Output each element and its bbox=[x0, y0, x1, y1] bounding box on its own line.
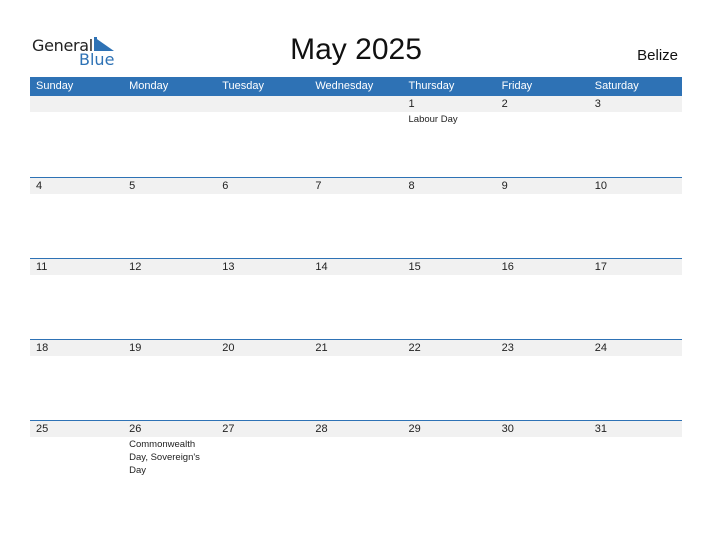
day-number: 16 bbox=[501, 261, 514, 273]
day-number: 21 bbox=[315, 342, 328, 354]
page-title: May 2025 bbox=[290, 33, 422, 66]
event-row: Labour Day bbox=[30, 112, 682, 126]
weekday-monday: Monday bbox=[129, 80, 169, 92]
holiday-label bbox=[216, 437, 309, 477]
event-row bbox=[30, 275, 682, 276]
day-number: 4 bbox=[36, 180, 43, 192]
day-number: 13 bbox=[222, 261, 235, 273]
week-row: 18 19 20 21 22 23 24 bbox=[30, 339, 682, 420]
day-number: 26 bbox=[129, 423, 142, 435]
holiday-label bbox=[309, 437, 402, 477]
holiday-label bbox=[403, 437, 496, 477]
holiday-label bbox=[403, 194, 496, 195]
country-label: Belize bbox=[637, 47, 678, 64]
day-number: 29 bbox=[408, 423, 421, 435]
day-number: 28 bbox=[315, 423, 328, 435]
holiday-label bbox=[30, 275, 123, 276]
holiday-label bbox=[496, 437, 589, 477]
weekday-friday: Friday bbox=[501, 80, 533, 92]
holiday-label bbox=[216, 112, 309, 126]
day-number: 19 bbox=[129, 342, 142, 354]
day-number: 31 bbox=[594, 423, 607, 435]
holiday-label bbox=[123, 275, 216, 276]
day-number bbox=[30, 96, 123, 112]
day-number: 6 bbox=[222, 180, 229, 192]
calendar-grid: Sunday Monday Tuesday Wednesday Thursday… bbox=[30, 77, 682, 501]
day-number: 7 bbox=[315, 180, 322, 192]
week-row: 25 26 27 28 29 30 31 Commonwealth Day, Sovereig… bbox=[30, 420, 682, 501]
event-row bbox=[30, 194, 682, 195]
weekday-saturday: Saturday bbox=[594, 80, 639, 92]
day-number: 3 bbox=[594, 98, 601, 110]
event-row: Commonwealth Day, Sovereign's Day bbox=[30, 437, 682, 477]
holiday-label: Commonwealth Day, Sovereign's Day bbox=[129, 439, 200, 476]
holiday-label bbox=[309, 112, 402, 126]
day-number: 17 bbox=[594, 261, 607, 273]
holiday-label bbox=[589, 112, 682, 126]
holiday-label bbox=[589, 437, 682, 477]
weekday-sunday: Sunday bbox=[36, 80, 74, 92]
weekday-tuesday: Tuesday bbox=[222, 80, 265, 92]
day-number-bar: 25 26 27 28 29 30 31 bbox=[30, 421, 682, 437]
holiday-label bbox=[496, 112, 589, 126]
event-row bbox=[30, 356, 682, 357]
day-number bbox=[123, 96, 216, 112]
day-number-bar: 11 12 13 14 15 16 17 bbox=[30, 259, 682, 275]
day-number: 5 bbox=[129, 180, 136, 192]
day-number bbox=[309, 96, 402, 112]
holiday-label bbox=[403, 275, 496, 276]
day-number: 2 bbox=[501, 98, 508, 110]
day-number: 14 bbox=[315, 261, 328, 273]
holiday-label bbox=[123, 356, 216, 357]
holiday-label bbox=[403, 356, 496, 357]
holiday-label bbox=[30, 437, 123, 477]
holiday-label bbox=[216, 275, 309, 276]
day-number: 23 bbox=[501, 342, 514, 354]
holiday-label bbox=[496, 356, 589, 357]
holiday-label bbox=[123, 194, 216, 195]
holiday-label bbox=[309, 356, 402, 357]
day-number: 15 bbox=[408, 261, 421, 273]
weeks-container: 1 2 3 Labour Day 4 5 6 7 8 9 10 11 12 13 14 15 16 17 18 19 2… bbox=[30, 96, 682, 501]
weekday-thursday: Thursday bbox=[408, 80, 455, 92]
day-number-bar: 4 5 6 7 8 9 10 bbox=[30, 178, 682, 194]
holiday-label bbox=[30, 194, 123, 195]
day-number-bar: 1 2 3 bbox=[30, 96, 682, 112]
day-number: 22 bbox=[408, 342, 421, 354]
holiday-label: Labour Day bbox=[408, 114, 458, 125]
holiday-label bbox=[309, 275, 402, 276]
day-number-bar: 18 19 20 21 22 23 24 bbox=[30, 340, 682, 356]
holiday-label bbox=[123, 112, 216, 126]
day-number: 11 bbox=[36, 261, 48, 273]
day-number: 27 bbox=[222, 423, 235, 435]
holiday-label bbox=[309, 194, 402, 195]
holiday-label bbox=[216, 194, 309, 195]
day-number: 10 bbox=[594, 180, 607, 192]
holiday-label bbox=[589, 356, 682, 357]
day-number: 18 bbox=[36, 342, 49, 354]
day-number: 24 bbox=[594, 342, 607, 354]
week-row: 11 12 13 14 15 16 17 bbox=[30, 258, 682, 339]
weekday-header: Sunday Monday Tuesday Wednesday Thursday… bbox=[30, 77, 682, 96]
day-number: 9 bbox=[501, 180, 508, 192]
holiday-label bbox=[589, 194, 682, 195]
week-row: 1 2 3 Labour Day bbox=[30, 96, 682, 177]
holiday-label bbox=[30, 356, 123, 357]
day-number bbox=[216, 96, 309, 112]
day-number: 12 bbox=[129, 261, 142, 273]
holiday-label bbox=[30, 112, 123, 126]
day-number: 8 bbox=[408, 180, 415, 192]
weekday-wednesday: Wednesday bbox=[315, 80, 374, 92]
week-row: 4 5 6 7 8 9 10 bbox=[30, 177, 682, 258]
holiday-label bbox=[589, 275, 682, 276]
day-number: 20 bbox=[222, 342, 235, 354]
holiday-label bbox=[496, 194, 589, 195]
holiday-label bbox=[496, 275, 589, 276]
day-number: 30 bbox=[501, 423, 514, 435]
day-number: 1 bbox=[408, 98, 415, 110]
holiday-label bbox=[216, 356, 309, 357]
day-number: 25 bbox=[36, 423, 49, 435]
